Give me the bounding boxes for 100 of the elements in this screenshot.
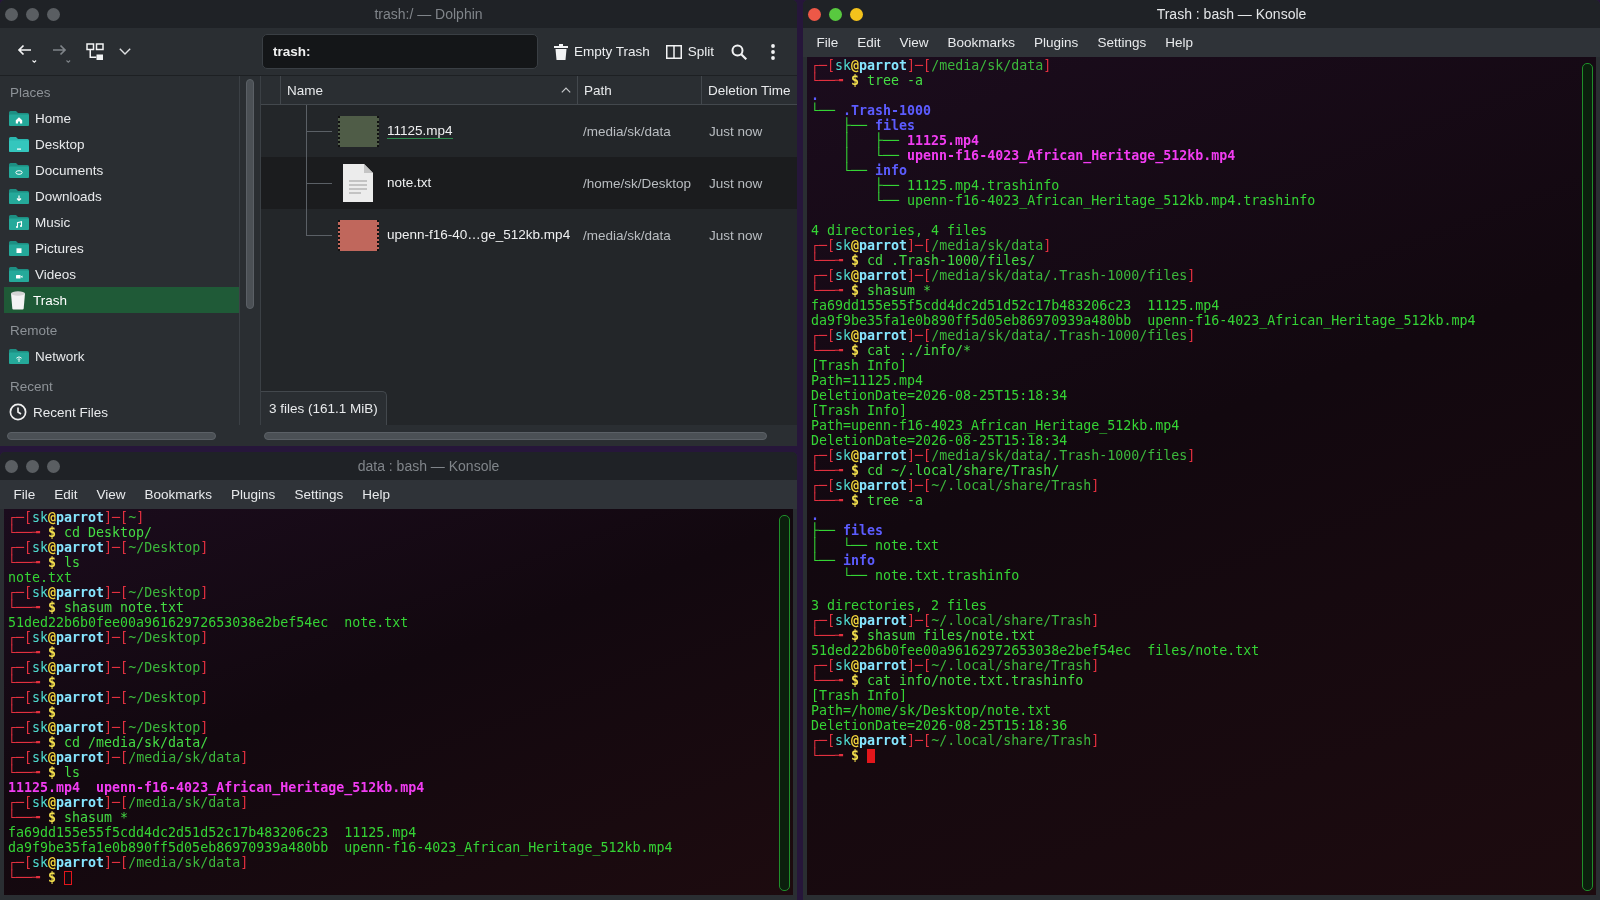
close-button[interactable] <box>808 7 821 21</box>
menu-icon <box>771 43 776 60</box>
menu-item[interactable]: View <box>87 487 136 502</box>
sidebar-item[interactable]: Videos <box>4 261 239 287</box>
menu-item[interactable]: Settings <box>284 487 353 502</box>
sidebar-item[interactable]: Recent Files <box>4 399 239 425</box>
scroll-bar[interactable] <box>246 79 254 309</box>
scroll-bar[interactable] <box>264 432 767 440</box>
menu-item[interactable]: Bookmarks <box>938 35 1025 50</box>
file-name: 11125.mp4 <box>387 123 453 139</box>
menu-item[interactable]: Bookmarks <box>135 487 222 502</box>
column-header[interactable]: Name <box>281 76 578 104</box>
output-line: 4 directories, 4 files <box>811 223 988 238</box>
command-line: └──╼ $ cat ../info/* <box>811 343 972 358</box>
file-name: note.txt <box>387 175 432 191</box>
tree-line: └── info <box>811 553 876 568</box>
menu-item[interactable]: View <box>890 35 939 50</box>
chevron-down-icon <box>119 48 131 55</box>
menu-item[interactable]: Help <box>1155 35 1203 50</box>
scroll-bar[interactable] <box>779 515 790 891</box>
command-line: └──╼ $ shasum * <box>8 810 129 825</box>
trash-icon <box>554 43 568 60</box>
tree-view-icon <box>86 42 104 61</box>
tree-line: └── info <box>842 163 908 178</box>
output-line: Path=11125.mp4 <box>811 373 924 388</box>
section-header: Remote <box>9 321 59 340</box>
scroll-bar[interactable] <box>1582 63 1593 891</box>
split-view-icon <box>665 44 682 59</box>
close-button[interactable] <box>5 7 18 21</box>
sidebar-item[interactable]: Music <box>4 209 239 235</box>
sidebar-item[interactable]: Network <box>4 343 239 369</box>
close-button[interactable] <box>5 459 18 473</box>
command-line: └──╼ $ <box>8 705 57 720</box>
menu-item[interactable]: Edit <box>847 35 891 50</box>
command-line: └──╼ $ cat info/note.txt.trashinfo <box>811 673 1084 688</box>
command-line: └──╼ $ cd /media/sk/data/ <box>8 735 209 750</box>
caret-up-icon <box>561 87 571 93</box>
sidebar-item[interactable]: Downloads <box>4 183 239 209</box>
tree-line: ├── files <box>811 523 884 538</box>
tree-line: └── upenn-f16-4023_African_Heritage_512kb.mp4.trashinfo <box>874 193 1316 208</box>
menu-item[interactable]: Plugins <box>221 487 285 502</box>
section-header: Places <box>9 83 52 102</box>
minimize-button[interactable] <box>850 7 863 21</box>
file-row[interactable]: note.txt /home/sk/Desktop Just now <box>261 157 797 209</box>
tree-connector <box>306 105 332 157</box>
command-line: └──╼ $ tree -a <box>811 493 924 508</box>
command-line: └──╼ $ shasum note.txt <box>8 600 185 615</box>
output-line: DeletionDate=2026-08-25T15:18:36 <box>811 718 1068 733</box>
prompt-line: ┌─[sk@parrot]─[/media/sk/data] <box>8 795 249 810</box>
output-line: fa69dd155e55f5cdd4dc2d51d52c17b483206c23 11125.mp4 <box>8 825 417 840</box>
section-header: Recent <box>9 377 54 396</box>
sidebar-item[interactable]: Home <box>4 105 239 131</box>
maximize-button[interactable] <box>829 7 842 21</box>
menu-item[interactable]: Plugins <box>1024 35 1088 50</box>
deletion-time: Just now <box>709 227 763 243</box>
prompt-line: ┌─[sk@parrot]─[~/Desktop] <box>8 660 209 675</box>
output-line: [Trash Info] <box>811 403 908 418</box>
prompt-line: ┌─[sk@parrot]─[~/.local/share/Trash] <box>811 613 1100 628</box>
file-path: /media/sk/data <box>583 123 671 139</box>
sidebar-item[interactable]: Pictures <box>4 235 239 261</box>
command-line: └──╼ $ cd .Trash-1000/files/ <box>811 253 1036 268</box>
output-line: note.txt <box>8 570 73 585</box>
prompt-line: ┌─[sk@parrot]─[~/Desktop] <box>8 690 209 705</box>
menu-item[interactable]: Settings <box>1087 35 1156 50</box>
prompt-line: ┌─[sk@parrot]─[/media/sk/data/.Trash-1000/files] <box>811 328 1196 343</box>
text-file-icon <box>342 163 374 203</box>
prompt-line: ┌─[sk@parrot]─[~/.local/share/Trash] <box>811 733 1100 748</box>
output-line: 51ded22b6b0fee00a96162972653038e2bef54ec files/note.txt <box>811 643 1260 658</box>
menu-item[interactable]: File <box>4 487 45 502</box>
file-row[interactable]: 11125.mp4 /media/sk/data Just now <box>261 105 797 157</box>
scroll-bar[interactable] <box>7 432 216 440</box>
prompt-line: ┌─[sk@parrot]─[/media/sk/data] <box>8 750 249 765</box>
command-line: └──╼ $ ls <box>8 555 81 570</box>
column-header[interactable]: Deletion Time <box>702 76 797 104</box>
command-line: └──╼ $ shasum * <box>811 283 932 298</box>
output-line: Path=upenn-f16-4023_African_Heritage_512kb.mp4 <box>811 418 1180 433</box>
menu-item[interactable]: Edit <box>44 487 88 502</box>
sidebar-item[interactable]: Documents <box>4 157 239 183</box>
prompt-line: ┌─[sk@parrot]─[/media/sk/data/.Trash-1000/files] <box>811 268 1196 283</box>
command-line: └──╼ $ cd Desktop/ <box>8 525 153 540</box>
output-line: da9f9be35fa1e0b890ff5d05eb86970939a480bb upenn-f16-4023_African_Heritage_512kb.mp4 <box>8 840 673 855</box>
prompt-line: ┌─[sk@parrot]─[~/.local/share/Trash] <box>811 658 1100 673</box>
output-line: Path=/home/sk/Desktop/note.txt <box>811 703 1052 718</box>
prompt-line: ┌─[sk@parrot]─[~/Desktop] <box>8 630 209 645</box>
split-button[interactable]: Split <box>659 35 721 68</box>
menu-item[interactable]: Help <box>352 487 400 502</box>
file-row[interactable]: upenn-f16-40…ge_512kb.mp4 /media/sk/data Just now <box>261 209 797 261</box>
output-line: DeletionDate=2026-08-25T15:18:34 <box>811 433 1068 448</box>
output-line: DeletionDate=2026-08-25T15:18:34 <box>811 388 1068 403</box>
sidebar-item[interactable]: Desktop <box>4 131 239 157</box>
menu-item[interactable]: File <box>807 35 848 50</box>
sidebar-item[interactable]: Trash <box>4 287 239 313</box>
file-path: /home/sk/Desktop <box>583 175 692 191</box>
location-field[interactable]: trash: <box>262 34 538 69</box>
home-folder-icon <box>9 110 29 126</box>
column-header[interactable]: Path <box>578 76 702 104</box>
trash-bin-icon <box>9 290 27 310</box>
tree-line: └── note.txt.trashinfo <box>842 568 1020 583</box>
prompt-line: ┌─[sk@parrot]─[~/Desktop] <box>8 720 209 735</box>
empty-trash-button[interactable]: Empty Trash <box>548 35 656 68</box>
